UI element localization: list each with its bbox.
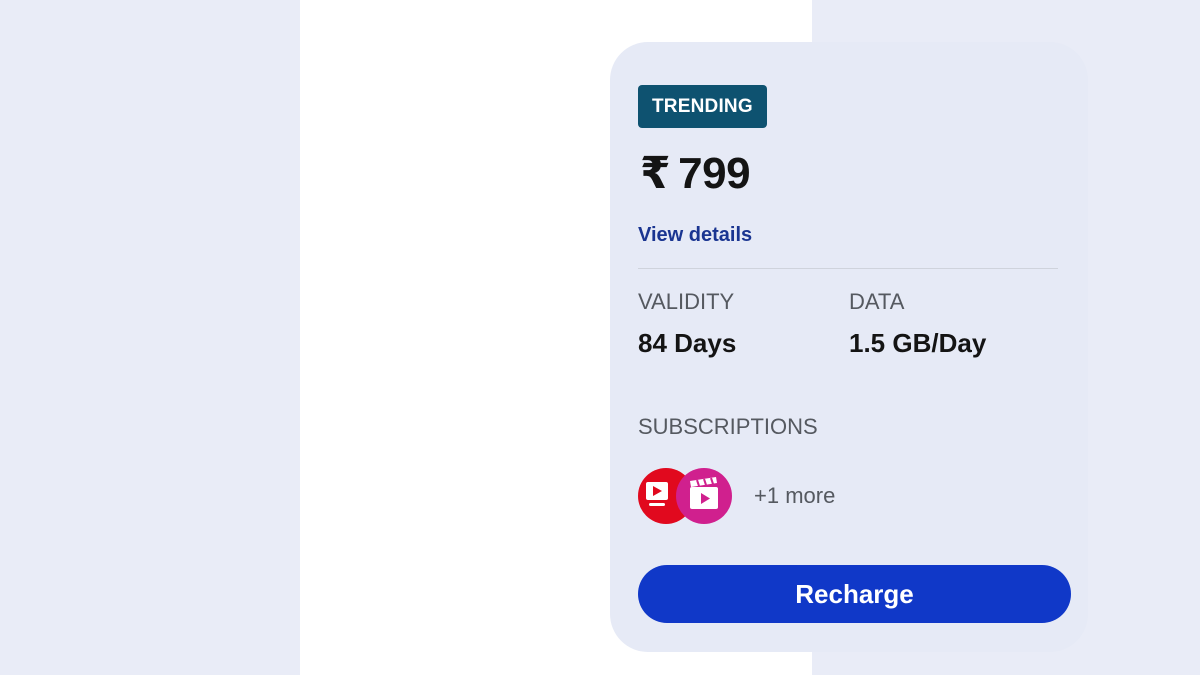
more-subscriptions-text[interactable]: +1 more bbox=[754, 482, 835, 510]
trending-badge: TRENDING bbox=[638, 85, 767, 128]
subscriptions-label: SUBSCRIPTIONS bbox=[638, 414, 818, 439]
validity-value: 84 Days bbox=[638, 328, 737, 358]
currency-symbol: ₹ bbox=[640, 149, 671, 198]
content-panel: TRENDING ₹799 View details VALIDITY 84 D… bbox=[300, 0, 1088, 675]
recharge-button[interactable]: Recharge bbox=[638, 565, 1071, 623]
validity-label: VALIDITY bbox=[638, 289, 735, 314]
plan-price: ₹799 bbox=[640, 148, 751, 200]
view-details-link[interactable]: View details bbox=[638, 222, 752, 248]
plan-card: TRENDING ₹799 View details VALIDITY 84 D… bbox=[610, 42, 1088, 652]
data-label: DATA bbox=[849, 289, 905, 314]
clapperboard-icon bbox=[676, 468, 732, 524]
divider bbox=[638, 268, 1058, 269]
data-value: 1.5 GB/Day bbox=[849, 328, 987, 358]
price-amount: 799 bbox=[678, 149, 751, 198]
